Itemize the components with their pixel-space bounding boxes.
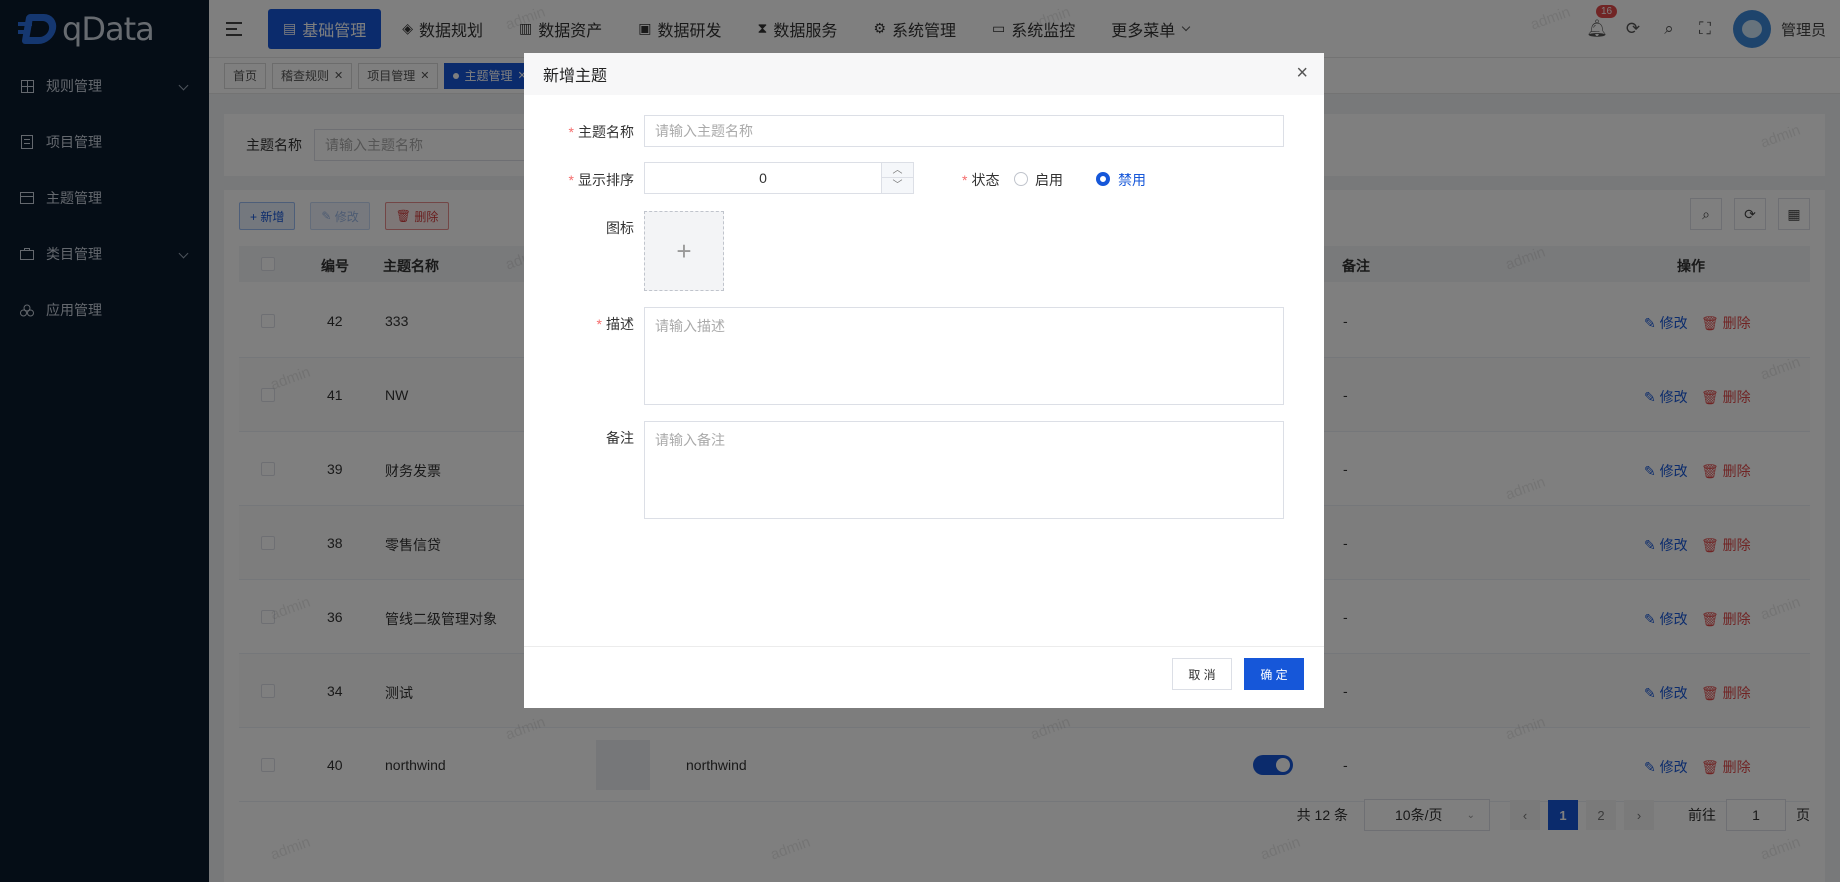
plus-icon: + [676,235,692,266]
order-value: 0 [759,170,767,186]
icon-label: 图标 [606,220,634,236]
status-enabled-radio[interactable] [1014,172,1028,186]
icon-upload[interactable]: + [644,211,724,291]
confirm-button[interactable]: 确 定 [1244,658,1304,690]
decrement-icon[interactable]: ﹀ [881,178,913,193]
dialog-title: 新增主题 [543,68,608,85]
name-label: * 主题名称 [568,124,634,140]
topic-name-input[interactable]: 请输入主题名称 [644,115,1284,147]
order-stepper[interactable]: 0 ︿ ﹀ [644,162,914,194]
status-label: * 状态 [962,172,1000,188]
status-disabled-radio[interactable] [1096,172,1110,186]
cancel-button[interactable]: 取 消 [1172,658,1232,690]
dialog-footer: 取 消 确 定 [524,646,1324,708]
remark-label: 备注 [606,430,634,446]
remark-textarea[interactable]: 请输入备注 [644,421,1284,519]
close-icon[interactable]: × [1296,62,1308,85]
required-mark: * [568,172,574,188]
status-disabled-label[interactable]: 禁用 [1118,170,1146,190]
add-topic-dialog: 新增主题 × * 主题名称 请输入主题名称 * 显示排序 0 ︿ ﹀ * 状态 启用 … [524,53,1324,708]
desc-label: * 描述 [596,316,634,332]
increment-icon[interactable]: ︿ [881,163,913,178]
description-textarea[interactable]: 请输入描述 [644,307,1284,405]
required-mark: * [596,316,602,332]
required-mark: * [568,124,574,140]
order-label: * 显示排序 [568,172,634,188]
status-enabled-label[interactable]: 启用 [1035,170,1063,190]
dialog-header: 新增主题 × [524,53,1324,95]
required-mark: * [962,172,968,188]
